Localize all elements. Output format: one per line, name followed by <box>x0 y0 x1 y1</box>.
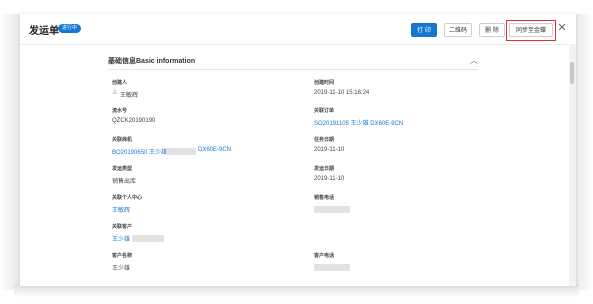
related-opportunity-model[interactable]: DX60E-9CN <box>198 147 231 153</box>
section-header[interactable]: 基础信息Basic information ︿ <box>108 53 478 70</box>
related-order-label: 关联订单 <box>314 108 335 114</box>
related-order-link[interactable]: SO20191105 王少雄 DX60E-9CN <box>314 118 403 127</box>
backdrop-bottom <box>14 284 579 298</box>
sales-phone-label: 销售电话 <box>314 195 335 201</box>
user-icon: ♙ <box>112 90 118 96</box>
redacted-phone <box>314 206 350 213</box>
customer-name-label: 客户名称 <box>112 253 133 259</box>
ship-type-value: 销售出库 <box>112 179 137 185</box>
status-badge: 进行中 <box>58 24 82 33</box>
page-title: 发运单 <box>29 26 59 37</box>
section-title: 基础信息Basic information <box>108 58 196 65</box>
creator-label: 创建人 <box>112 80 128 86</box>
scrollbar-thumb[interactable] <box>570 62 574 84</box>
sync-to-kingdee-button[interactable]: 同步至金蝶 <box>509 23 553 37</box>
related-opportunity-label: 关联商机 <box>112 137 133 143</box>
print-button[interactable]: 打 印 <box>411 23 437 37</box>
chevron-up-icon[interactable]: ︿ <box>470 55 478 66</box>
related-person-link[interactable]: 王敏辉 <box>112 205 130 214</box>
create-time-label: 创建时间 <box>314 80 335 86</box>
screen: 发运单 进行中 打 印 二维码 删 除 同步至金蝶 ✕ 基础信息Basic in… <box>0 0 593 304</box>
related-person-label: 关联个人中心 <box>112 195 143 201</box>
backdrop-right <box>573 14 593 290</box>
customer-phone-label: 客户电话 <box>314 253 335 259</box>
ship-date-value: 2019-11-10 <box>314 176 345 182</box>
qrcode-button[interactable]: 二维码 <box>444 23 472 37</box>
related-opportunity-link[interactable]: BO20190650 王少雄 <box>112 147 167 156</box>
serial-value: QZCK20190190 <box>112 118 156 124</box>
delete-button[interactable]: 删 除 <box>479 23 505 37</box>
creator-value: 王敏辉 <box>120 93 139 99</box>
ship-date-label: 发运日期 <box>314 166 335 172</box>
related-customer-label: 关联客户 <box>112 224 133 230</box>
customer-name-value: 王少雄 <box>112 266 131 272</box>
close-icon[interactable]: ✕ <box>556 21 568 35</box>
related-customer-link[interactable]: 王少雄 <box>112 234 130 243</box>
shipment-detail-panel: 发运单 进行中 打 印 二维码 删 除 同步至金蝶 ✕ 基础信息Basic in… <box>20 14 576 286</box>
panel-header: 发运单 进行中 打 印 二维码 删 除 同步至金蝶 ✕ <box>20 14 576 45</box>
detail-content: 基础信息Basic information ︿ 创建人 ♙ 王敏辉 创建时间 2… <box>20 45 568 285</box>
redacted-text <box>132 235 164 242</box>
task-date-value: 2019-11-10 <box>314 147 345 153</box>
redacted-phone <box>314 264 350 271</box>
backdrop-left <box>0 14 20 290</box>
serial-label: 流水号 <box>112 108 128 114</box>
task-date-label: 任务日期 <box>314 137 335 143</box>
redacted-text <box>166 148 196 155</box>
ship-type-label: 发运类型 <box>112 166 133 172</box>
create-time-value: 2019-11-10 15:16:24 <box>314 90 370 96</box>
